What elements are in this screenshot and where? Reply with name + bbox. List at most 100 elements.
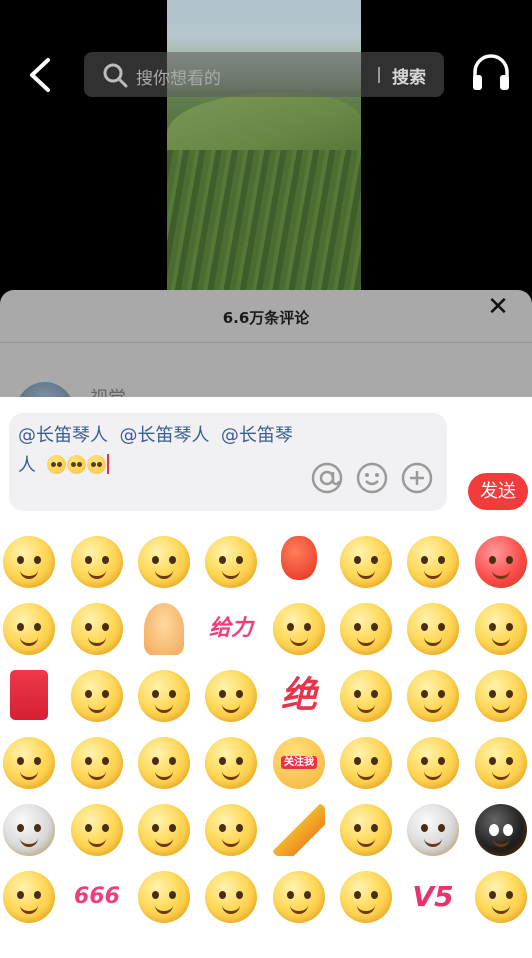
dizzy-icon[interactable] [3,737,55,789]
pleading-emoji-icon [67,455,87,474]
mouth [492,703,510,713]
eye [489,556,496,564]
tongue-wink-icon[interactable] [205,871,257,923]
mention-1[interactable]: @长笛琴人 [18,425,108,446]
angry-red-icon[interactable] [475,536,527,588]
eye [85,623,92,631]
mouth [88,837,106,847]
eye [489,824,499,836]
puppy-eyes-icon[interactable] [340,670,392,722]
mouth [357,569,375,579]
sweat-smile-icon[interactable] [71,603,123,655]
eye [169,891,176,899]
mention-at-icon[interactable] [311,462,343,494]
eye [371,623,378,631]
eye [17,891,24,899]
heart-eyes-icon[interactable] [340,804,392,856]
eye [354,891,361,899]
beam-icon[interactable] [475,871,527,923]
eye [219,824,226,832]
red-envelope-icon[interactable] [10,670,48,720]
tear-mouth-icon[interactable] [407,536,459,588]
jue-sticker[interactable]: 绝 [273,670,325,722]
eye [421,824,428,832]
mouth [88,569,106,579]
sunglasses-smirk-icon[interactable] [340,536,392,588]
clapping-icon[interactable] [273,603,325,655]
black-face-icon[interactable] [475,804,527,856]
headband-fighting-icon[interactable] [3,603,55,655]
finger-on-lips-icon[interactable] [3,536,55,588]
pray-hands-icon[interactable] [144,603,184,655]
emoji-smile-icon[interactable] [356,462,388,494]
ghost-shock-icon[interactable] [407,804,459,856]
eye [371,824,378,832]
headphones-icon[interactable] [470,52,512,94]
grin-icon[interactable] [407,603,459,655]
blood-spit-icon[interactable] [340,871,392,923]
party-popper-icon[interactable] [273,804,325,856]
heart-hug-icon[interactable] [138,871,190,923]
thinking-icon[interactable] [205,670,257,722]
unamused-icon[interactable] [205,737,257,789]
crying-icon[interactable] [475,737,527,789]
follow-me-sticker[interactable]: 关注我 [273,737,325,789]
video-preview[interactable] [167,0,361,290]
mouth [290,904,308,914]
eye [219,690,226,698]
mention-2[interactable]: @长笛琴人 [119,425,209,446]
mention-3-continuation[interactable]: 人 [18,455,36,476]
mouth [88,636,106,646]
yawn-icon[interactable] [475,603,527,655]
close-icon[interactable]: ✕ [486,294,510,320]
laugh-cry-icon[interactable] [138,737,190,789]
whistle-icon[interactable] [475,670,527,722]
side-eye-icon[interactable] [71,804,123,856]
eye [371,556,378,564]
eye [152,556,159,564]
shocked-icon[interactable] [407,670,459,722]
666-sticker[interactable]: 666 [71,871,123,923]
back-arrow-icon[interactable] [24,56,58,94]
v5-sticker[interactable]: V5 [407,871,459,923]
eye [287,891,294,899]
starstruck-icon[interactable] [138,804,190,856]
cry-eyes-up-icon[interactable] [340,737,392,789]
eye [85,690,92,698]
teeth-grin-icon[interactable] [71,670,123,722]
cover-mouth-icon[interactable] [205,804,257,856]
eye [354,690,361,698]
giggle-icon[interactable] [273,871,325,923]
grin-laugh-icon[interactable] [205,536,257,588]
eye [489,690,496,698]
skeptical-icon[interactable] [407,737,459,789]
mouth [155,703,173,713]
mouth [424,837,442,847]
send-button[interactable]: 发送 [468,473,528,510]
eye [219,891,226,899]
comment-input-text[interactable]: @长笛琴人 @长笛琴人 @长笛琴人 [18,421,303,481]
search-button[interactable]: 搜索 [392,63,426,88]
mention-3[interactable]: @长笛琴 [221,425,293,446]
teary-icon[interactable] [71,737,123,789]
search-bar[interactable]: 搜你想看的 搜索 [84,52,444,97]
mouth [88,770,106,780]
mouth [222,770,240,780]
eye [371,690,378,698]
sunglasses-cool-icon[interactable] [71,536,123,588]
eye [438,690,445,698]
geili-sticker[interactable]: 给力 [205,603,257,655]
mahjong-tile-icon[interactable] [3,804,55,856]
eye [102,556,109,564]
shy-smile-icon[interactable] [340,603,392,655]
eye [438,757,445,765]
plus-add-icon[interactable] [401,462,433,494]
smug-icon[interactable] [138,670,190,722]
slipper-icon[interactable] [138,536,190,588]
mouth [424,703,442,713]
eye [152,757,159,765]
lantern-icon[interactable] [281,536,317,580]
eye [219,757,226,765]
eye [85,757,92,765]
hmm-icon[interactable] [3,871,55,923]
